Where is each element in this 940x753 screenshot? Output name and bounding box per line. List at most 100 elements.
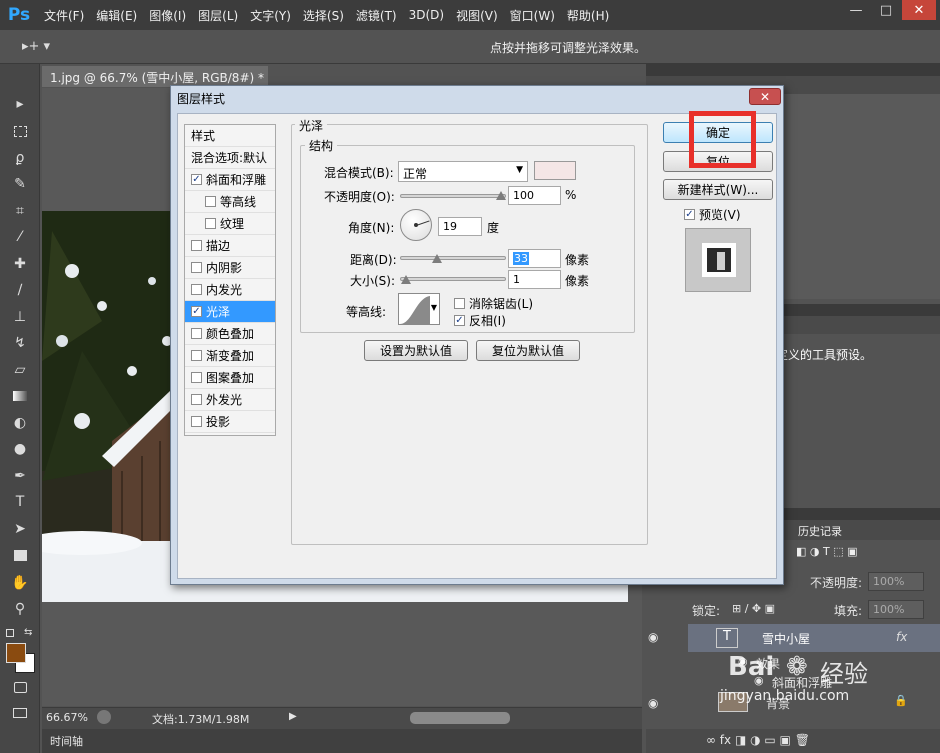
style-item[interactable]: 等高线 bbox=[185, 191, 275, 213]
preview-checkbox[interactable]: ✓ 预览(V) bbox=[684, 206, 741, 223]
style-item[interactable]: 颜色叠加 bbox=[185, 323, 275, 345]
healing-brush-tool-icon[interactable]: ✚ bbox=[10, 254, 30, 274]
layer-opacity-field[interactable]: 100% bbox=[868, 572, 924, 591]
tab-history[interactable]: 历史记录 bbox=[798, 523, 842, 539]
style-item[interactable]: 外发光 bbox=[185, 389, 275, 411]
size-slider-track[interactable] bbox=[400, 277, 506, 281]
style-checkbox[interactable] bbox=[191, 240, 202, 251]
zoom-level[interactable]: 66.67% bbox=[46, 711, 88, 724]
path-select-tool-icon[interactable]: ➤ bbox=[10, 519, 30, 539]
set-default-button[interactable]: 设置为默认值 bbox=[364, 340, 468, 361]
style-item[interactable]: 内发光 bbox=[185, 279, 275, 301]
new-style-button[interactable]: 新建样式(W)... bbox=[663, 179, 773, 200]
angle-field[interactable]: 19 bbox=[438, 217, 482, 236]
style-item[interactable]: 描边 bbox=[185, 235, 275, 257]
style-item[interactable]: ✓ 斜面和浮雕 bbox=[185, 169, 275, 191]
opacity-slider-thumb[interactable] bbox=[496, 191, 506, 200]
fx-badge[interactable]: fx bbox=[896, 630, 907, 644]
default-colors-icon[interactable] bbox=[6, 629, 14, 637]
swap-colors-icon[interactable]: ⇆ bbox=[24, 627, 32, 638]
menu-edit[interactable]: 编辑(E) bbox=[90, 7, 143, 24]
style-checkbox[interactable] bbox=[191, 350, 202, 361]
style-checkbox[interactable] bbox=[191, 284, 202, 295]
angle-dial[interactable] bbox=[400, 209, 432, 241]
style-checkbox[interactable] bbox=[191, 328, 202, 339]
gradient-tool-icon[interactable] bbox=[10, 386, 30, 406]
crop-tool-icon[interactable]: ⌗ bbox=[10, 201, 30, 221]
style-checkbox[interactable] bbox=[205, 218, 216, 229]
timeline-label[interactable]: 时间轴 bbox=[50, 733, 83, 749]
type-tool-icon[interactable]: T bbox=[10, 492, 30, 512]
style-item[interactable]: ✓ 光泽 bbox=[185, 301, 275, 323]
menu-3d[interactable]: 3D(D) bbox=[403, 8, 450, 22]
anti-alias-box[interactable] bbox=[454, 298, 465, 309]
rectangle-tool-icon[interactable] bbox=[10, 545, 30, 565]
pen-tool-icon[interactable]: ✒ bbox=[10, 466, 30, 486]
reset-default-button[interactable]: 复位为默认值 bbox=[476, 340, 580, 361]
menu-type[interactable]: 文字(Y) bbox=[244, 7, 297, 24]
lock-icons[interactable]: ⊞ ∕ ✥ ▣ bbox=[732, 602, 775, 615]
close-window-button[interactable]: ✕ bbox=[902, 0, 936, 20]
menu-view[interactable]: 视图(V) bbox=[450, 7, 504, 24]
eyedropper-tool-icon[interactable]: ⁄ bbox=[10, 227, 30, 247]
styles-header[interactable]: 样式 bbox=[185, 125, 275, 147]
style-checkbox[interactable] bbox=[191, 394, 202, 405]
status-menu-icon[interactable] bbox=[97, 710, 111, 724]
style-checkbox[interactable]: ✓ bbox=[191, 306, 202, 317]
menu-layer[interactable]: 图层(L) bbox=[192, 7, 244, 24]
dodge-tool-icon[interactable]: ● bbox=[10, 439, 30, 459]
style-item[interactable]: 图案叠加 bbox=[185, 367, 275, 389]
style-checkbox[interactable] bbox=[191, 262, 202, 273]
history-brush-tool-icon[interactable]: ↯ bbox=[10, 333, 30, 353]
opacity-slider-track[interactable] bbox=[400, 194, 506, 198]
contour-picker[interactable]: ▼ bbox=[398, 293, 440, 325]
menu-select[interactable]: 选择(S) bbox=[297, 7, 350, 24]
layer-footer-icons[interactable]: ∞ fx ◨ ◑ ▭ ▣ 🗑 bbox=[706, 733, 810, 747]
eraser-tool-icon[interactable]: ▱ bbox=[10, 360, 30, 380]
horizontal-scrollbar[interactable] bbox=[410, 712, 510, 724]
marquee-tool-icon[interactable] bbox=[10, 121, 30, 141]
lasso-tool-icon[interactable]: ϼ bbox=[10, 148, 30, 168]
size-field[interactable]: 1 bbox=[508, 270, 561, 289]
hand-tool-icon[interactable]: ✋ bbox=[10, 573, 30, 593]
distance-field[interactable]: 33 bbox=[508, 249, 561, 268]
adjust-icons[interactable]: ◧ ◑ T ⬚ ▣ bbox=[796, 545, 857, 558]
panel-collapse-bar[interactable] bbox=[646, 64, 940, 76]
distance-slider-track[interactable] bbox=[400, 256, 506, 260]
menu-help[interactable]: 帮助(H) bbox=[561, 7, 615, 24]
style-checkbox[interactable] bbox=[191, 372, 202, 383]
background-visibility-icon[interactable]: ◉ bbox=[648, 696, 658, 710]
blend-options-item[interactable]: 混合选项:默认 bbox=[185, 147, 275, 169]
style-item[interactable]: 内阴影 bbox=[185, 257, 275, 279]
status-arrow-icon[interactable]: ▶ bbox=[289, 711, 297, 722]
menu-window[interactable]: 窗口(W) bbox=[504, 7, 561, 24]
invert-box[interactable]: ✓ bbox=[454, 315, 465, 326]
satin-color-swatch[interactable] bbox=[534, 161, 576, 180]
move-tool-icon[interactable]: ▸ bbox=[10, 94, 30, 114]
move-tool-icon[interactable]: ▸+ ▾ bbox=[22, 39, 50, 54]
blend-mode-select[interactable]: 正常 ▼ bbox=[398, 161, 528, 182]
invert-checkbox[interactable]: ✓ 反相(I) bbox=[454, 312, 506, 329]
contour-chevron-icon[interactable]: ▼ bbox=[431, 303, 437, 312]
foreground-color-swatch[interactable] bbox=[6, 643, 26, 663]
style-item[interactable]: 纹理 bbox=[185, 213, 275, 235]
preview-box[interactable]: ✓ bbox=[684, 209, 695, 220]
menu-filter[interactable]: 滤镜(T) bbox=[350, 7, 403, 24]
anti-alias-checkbox[interactable]: 消除锯齿(L) bbox=[454, 295, 533, 312]
document-tab[interactable]: 1.jpg @ 66.7% (雪中小屋, RGB/8#) * × bbox=[42, 66, 268, 87]
screen-mode-icon[interactable] bbox=[10, 703, 30, 723]
style-checkbox[interactable] bbox=[205, 196, 216, 207]
blur-tool-icon[interactable]: ◐ bbox=[10, 413, 30, 433]
minimize-button[interactable]: — bbox=[842, 0, 870, 20]
size-slider-thumb[interactable] bbox=[400, 275, 411, 284]
quick-select-tool-icon[interactable]: ✎ bbox=[10, 174, 30, 194]
clone-stamp-tool-icon[interactable]: ⊥ bbox=[10, 307, 30, 327]
zoom-tool-icon[interactable]: ⚲ bbox=[10, 599, 30, 619]
menu-file[interactable]: 文件(F) bbox=[38, 7, 90, 24]
menu-image[interactable]: 图像(I) bbox=[143, 7, 192, 24]
maximize-button[interactable]: □ bbox=[872, 0, 900, 20]
fill-field[interactable]: 100% bbox=[868, 600, 924, 619]
layer-visibility-icon[interactable]: ◉ bbox=[648, 630, 658, 644]
style-checkbox[interactable]: ✓ bbox=[191, 174, 202, 185]
quick-mask-icon[interactable] bbox=[10, 677, 30, 697]
